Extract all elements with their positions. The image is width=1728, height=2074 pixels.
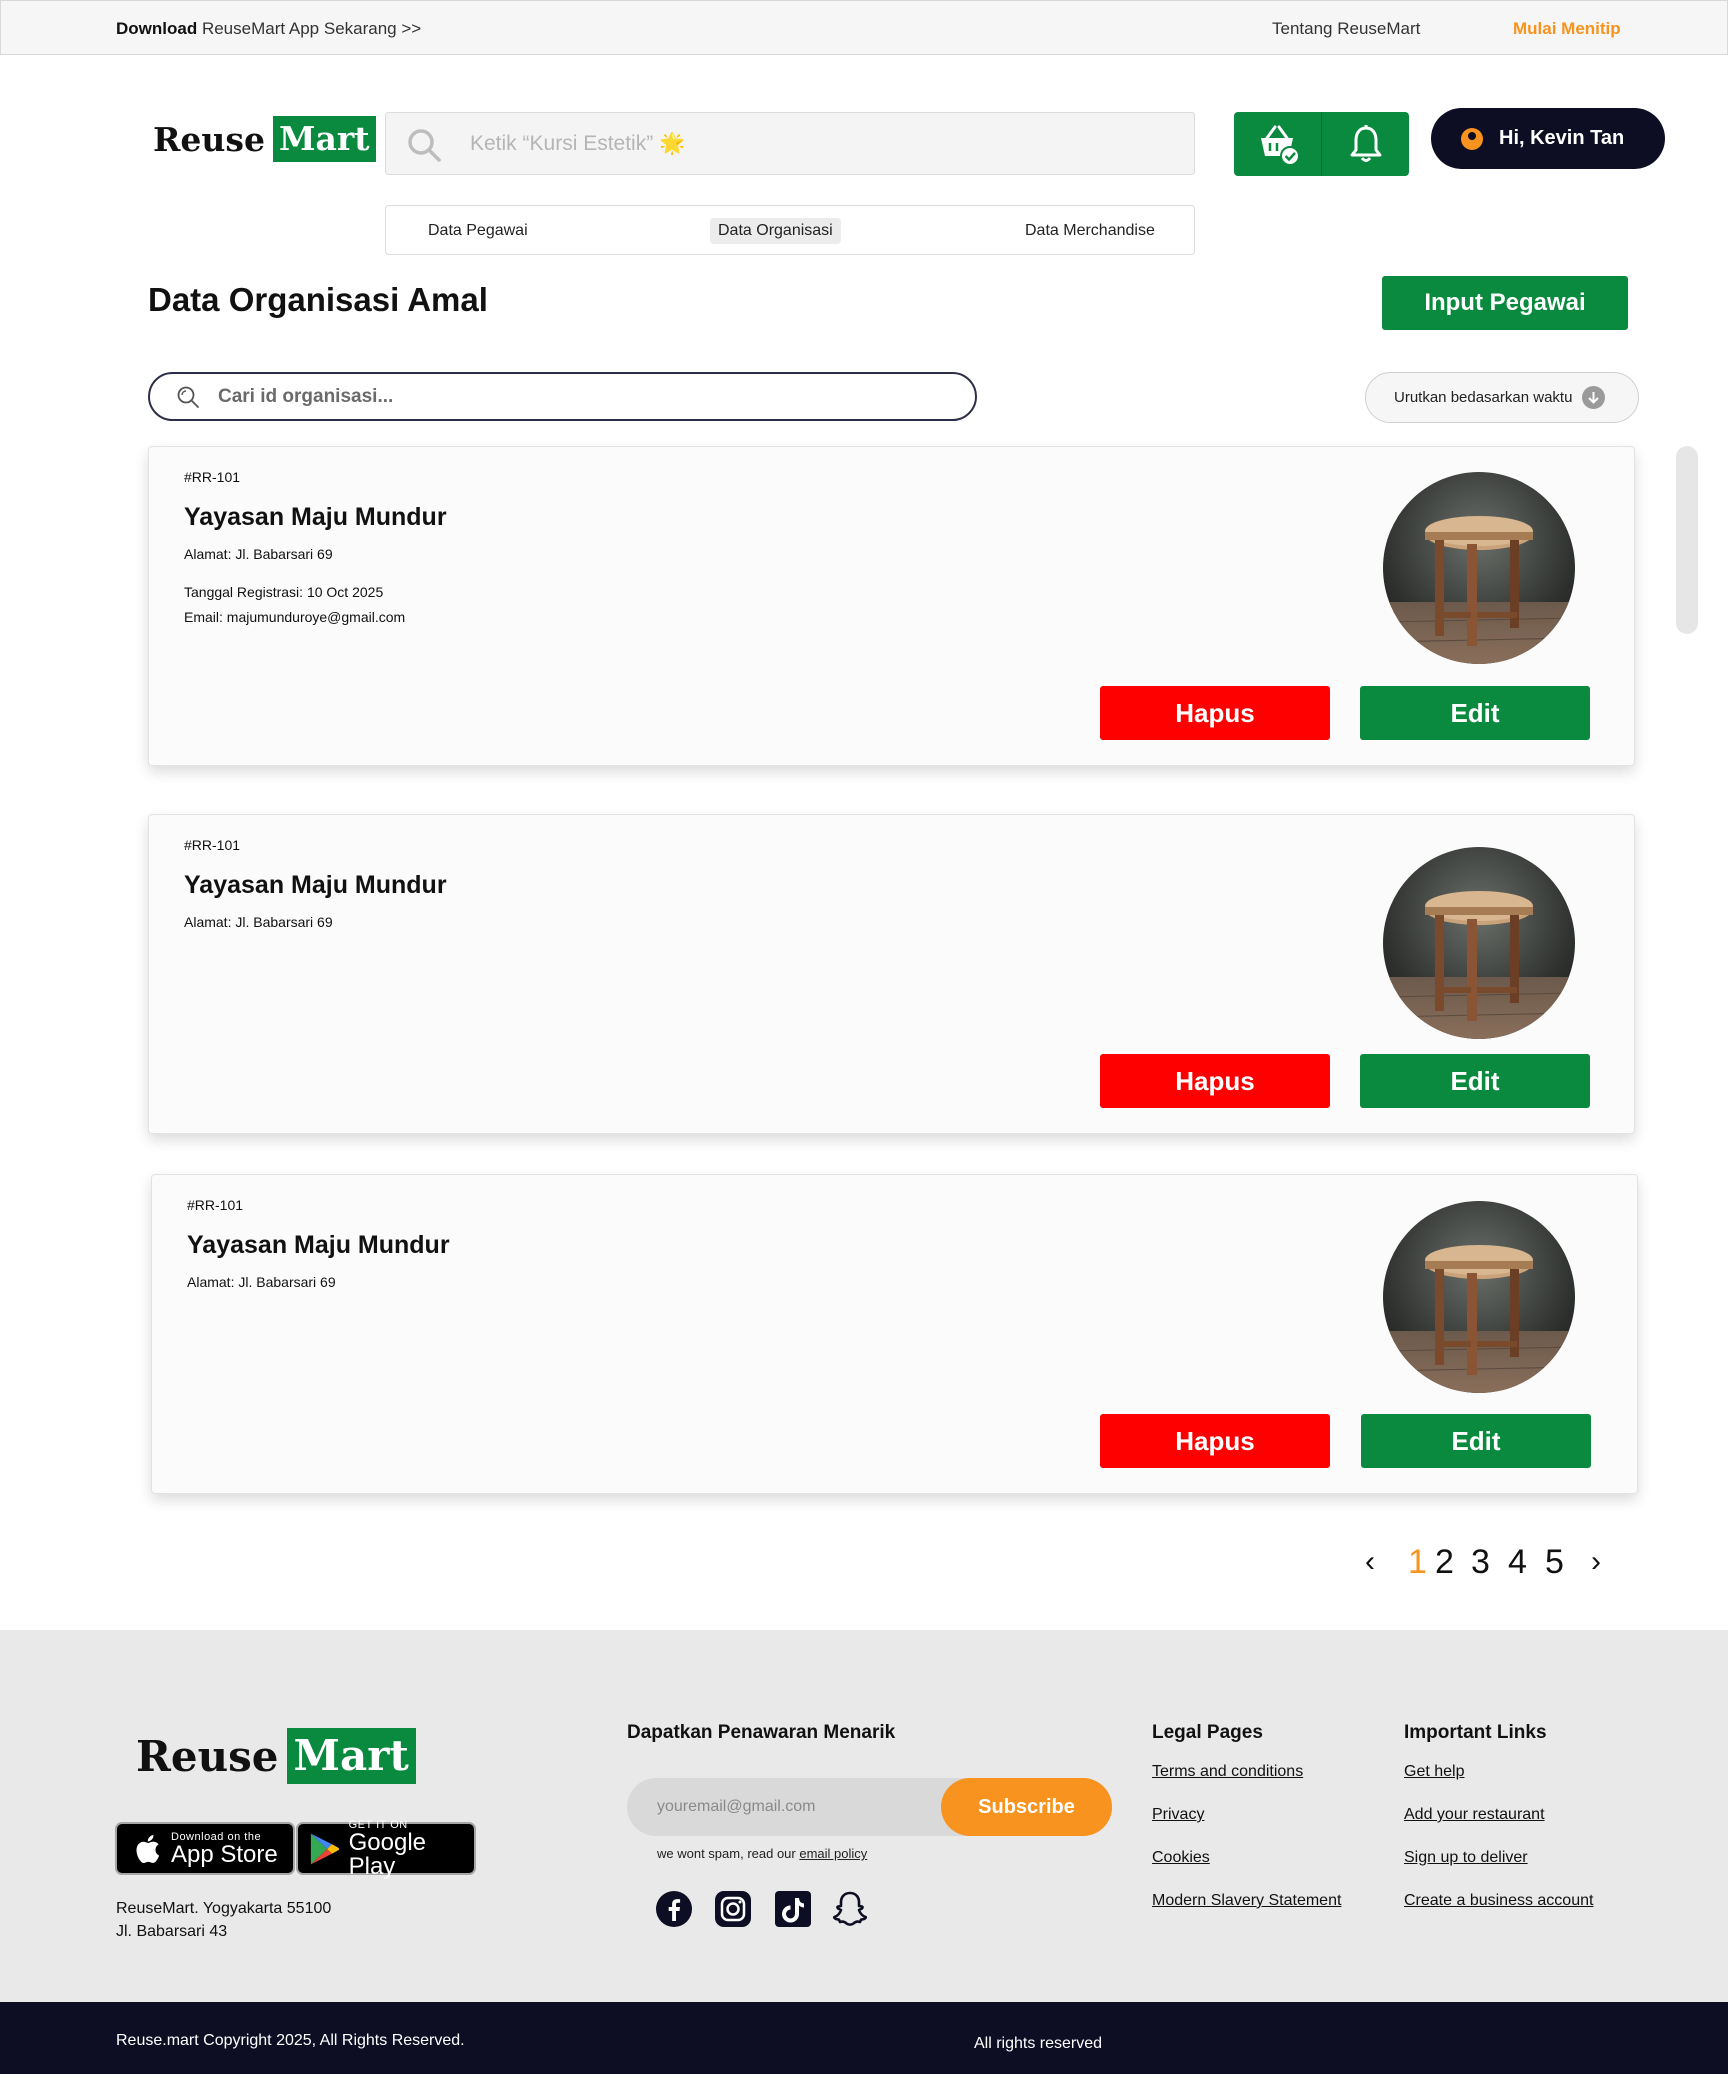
- google-play-big-text: Google Play: [348, 1828, 426, 1880]
- user-menu-button[interactable]: Hi, Kevin Tan: [1431, 108, 1665, 169]
- organization-name: Yayasan Maju Mundur: [184, 871, 447, 899]
- cookies-link[interactable]: Cookies: [1152, 1849, 1210, 1867]
- user-greeting: Hi, Kevin Tan: [1499, 127, 1625, 149]
- user-avatar-icon: [1461, 127, 1483, 150]
- spam-text: we wont spam, read our: [657, 1846, 796, 1861]
- prev-page-button[interactable]: ‹: [1365, 1545, 1375, 1579]
- app-store-badge[interactable]: Download on the App Store: [115, 1822, 295, 1875]
- organization-id: #RR-101: [184, 837, 241, 853]
- legal-pages-title: Legal Pages: [1152, 1722, 1263, 1743]
- start-consigning-link[interactable]: Mulai Menitip: [1513, 19, 1621, 39]
- logo-reuse-text: Reuse: [136, 1731, 279, 1781]
- logo-reuse-text: Reuse: [153, 119, 265, 159]
- organization-photo: [1383, 1201, 1575, 1393]
- footer-address-line2: Jl. Babarsari 43: [116, 1923, 228, 1940]
- next-page-button[interactable]: ›: [1591, 1545, 1601, 1579]
- delete-button[interactable]: Hapus: [1100, 1414, 1330, 1468]
- sign-up-deliver-link[interactable]: Sign up to deliver: [1404, 1849, 1528, 1867]
- instagram-icon[interactable]: [714, 1890, 752, 1928]
- organization-name: Yayasan Maju Mundur: [187, 1231, 450, 1259]
- organization-address: Alamat: Jl. Babarsari 69: [187, 1274, 336, 1290]
- logo-mart-text: Mart: [273, 116, 376, 162]
- add-restaurant-link[interactable]: Add your restaurant: [1404, 1806, 1545, 1824]
- privacy-link[interactable]: Privacy: [1152, 1806, 1204, 1824]
- organization-card: #RR-101 Yayasan Maju Mundur Alamat: Jl. …: [148, 814, 1635, 1134]
- product-search-input[interactable]: [470, 125, 1170, 163]
- copyright-text: Reuse.mart Copyright 2025, All Rights Re…: [116, 2032, 465, 2049]
- page-3[interactable]: 3: [1471, 1543, 1490, 1582]
- organization-card: #RR-101 Yayasan Maju Mundur Alamat: Jl. …: [151, 1174, 1638, 1494]
- delete-button[interactable]: Hapus: [1100, 686, 1330, 740]
- spam-notice: we wont spam, read our email policy: [657, 1846, 867, 1861]
- page-title: Data Organisasi Amal: [148, 281, 488, 318]
- terms-link[interactable]: Terms and conditions: [1152, 1763, 1303, 1781]
- input-pegawai-button[interactable]: Input Pegawai: [1382, 276, 1628, 330]
- organization-name: Yayasan Maju Mundur: [184, 503, 447, 531]
- app-store-big-text: App Store: [171, 1840, 278, 1868]
- logo-mart-text: Mart: [286, 1728, 416, 1784]
- delete-button[interactable]: Hapus: [1100, 1054, 1330, 1108]
- email-policy-link[interactable]: email policy: [799, 1846, 867, 1861]
- top-bar: Download ReuseMart App Sekarang >> Tenta…: [0, 0, 1728, 55]
- arrow-down-icon: [1582, 386, 1606, 409]
- offer-title: Dapatkan Penawaran Menarik: [627, 1722, 896, 1743]
- organization-address: Alamat: Jl. Babarsari 69: [184, 914, 333, 930]
- get-help-link[interactable]: Get help: [1404, 1763, 1464, 1781]
- scrollbar-thumb[interactable]: [1676, 446, 1698, 634]
- download-app-link[interactable]: Download ReuseMart App Sekarang >>: [116, 19, 421, 39]
- edit-button[interactable]: Edit: [1360, 1054, 1590, 1108]
- modern-slavery-link[interactable]: Modern Slavery Statement: [1152, 1892, 1341, 1910]
- business-account-link[interactable]: Create a business account: [1404, 1892, 1593, 1910]
- tiktok-icon[interactable]: [774, 1890, 812, 1928]
- page-5[interactable]: 5: [1545, 1543, 1564, 1582]
- search-icon: [177, 386, 199, 408]
- organization-id: #RR-101: [184, 469, 241, 485]
- subscribe-button[interactable]: Subscribe: [941, 1778, 1112, 1836]
- google-play-icon: [310, 1833, 340, 1864]
- organization-search-input[interactable]: [218, 382, 938, 412]
- sort-label: Urutkan bedasarkan waktu: [1394, 389, 1573, 406]
- basket-check-icon[interactable]: [1234, 112, 1321, 176]
- snapchat-icon[interactable]: [831, 1890, 869, 1928]
- header-icon-group: [1234, 112, 1409, 176]
- organization-email: Email: majumunduroye@gmail.com: [184, 609, 406, 625]
- organization-photo: [1383, 472, 1575, 664]
- bottom-bar: Reuse.mart Copyright 2025, All Rights Re…: [0, 2002, 1728, 2074]
- search-icon: [408, 129, 441, 162]
- google-play-badge[interactable]: GET IT ON Google Play: [296, 1819, 476, 1878]
- organization-registration-date: Tanggal Registrasi: 10 Oct 2025: [184, 584, 384, 600]
- page-1[interactable]: 1: [1408, 1543, 1427, 1582]
- bell-icon[interactable]: [1322, 112, 1409, 176]
- about-link[interactable]: Tentang ReuseMart: [1272, 19, 1420, 39]
- tab-data-merchandise[interactable]: Data Merchandise: [1017, 218, 1163, 244]
- logo[interactable]: Reuse Mart: [153, 116, 376, 162]
- footer-address-line1: ReuseMart. Yogyakarta 55100: [116, 1900, 332, 1917]
- product-search-box[interactable]: [385, 112, 1195, 175]
- facebook-icon[interactable]: [655, 1890, 693, 1928]
- page-2[interactable]: 2: [1435, 1543, 1454, 1582]
- page-4[interactable]: 4: [1508, 1543, 1527, 1582]
- edit-button[interactable]: Edit: [1361, 1414, 1591, 1468]
- sort-by-time-button[interactable]: Urutkan bedasarkan waktu: [1365, 372, 1639, 423]
- organization-search-box[interactable]: [148, 372, 977, 421]
- organization-card: #RR-101 Yayasan Maju Mundur Alamat: Jl. …: [148, 446, 1635, 766]
- edit-button[interactable]: Edit: [1360, 686, 1590, 740]
- all-rights-text: All rights reserved: [974, 2035, 1103, 2052]
- organization-id: #RR-101: [187, 1197, 244, 1213]
- organization-photo: [1383, 847, 1575, 1039]
- admin-tabs: Data Pegawai Data Organisasi Data Mercha…: [385, 205, 1195, 255]
- apple-icon: [136, 1834, 160, 1863]
- organization-address: Alamat: Jl. Babarsari 69: [184, 546, 333, 562]
- newsletter-email-input[interactable]: [657, 1794, 957, 1820]
- footer-logo[interactable]: Reuse Mart: [136, 1728, 416, 1784]
- download-label: Download: [116, 19, 198, 38]
- tab-data-organisasi[interactable]: Data Organisasi: [710, 218, 841, 244]
- tab-data-pegawai[interactable]: Data Pegawai: [420, 218, 536, 244]
- important-links-title: Important Links: [1404, 1722, 1547, 1743]
- download-app-text: ReuseMart App Sekarang >>: [201, 19, 422, 38]
